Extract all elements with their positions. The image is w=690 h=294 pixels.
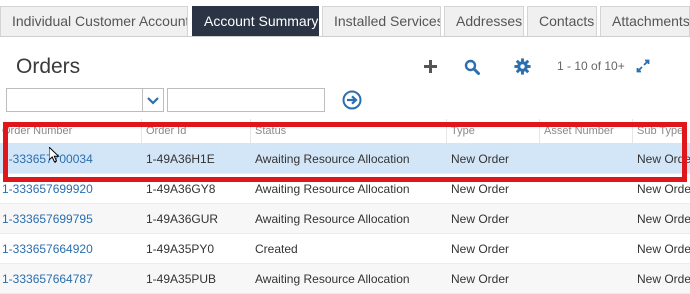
- column-header-type[interactable]: Type: [451, 125, 536, 137]
- order-id-cell: 1-49A36H1E: [146, 152, 215, 166]
- type-cell: New Order: [451, 152, 510, 166]
- sub-type-cell: New Order: [637, 272, 690, 286]
- table-row[interactable]: 1-333657664920 1-49A35PY0 Created New Or…: [0, 234, 690, 264]
- order-id-cell: 1-49A36GUR: [146, 212, 219, 226]
- tab-label: Addresses: [456, 13, 523, 29]
- search-icon[interactable]: [464, 59, 480, 75]
- tab-attachments[interactable]: Attachments: [600, 6, 690, 36]
- tab-label: Account Summary: [204, 13, 319, 29]
- sub-type-cell: New Order: [637, 242, 690, 256]
- order-id-cell: 1-49A36GY8: [146, 182, 216, 196]
- status-cell: Awaiting Resource Allocation: [255, 272, 410, 286]
- column-header-order-id[interactable]: Order Id: [146, 125, 246, 137]
- type-cell: New Order: [451, 272, 510, 286]
- tab-label: Contacts: [539, 13, 595, 29]
- type-cell: New Order: [451, 212, 510, 226]
- status-cell: Awaiting Resource Allocation: [255, 182, 410, 196]
- query-bar: [0, 85, 690, 119]
- type-cell: New Order: [451, 182, 510, 196]
- tab-label: Installed Services: [334, 13, 441, 29]
- arrow-right-circle-icon[interactable]: [342, 90, 362, 110]
- list-header: Order Number Order Id Status Type Asset …: [0, 119, 690, 144]
- order-id-cell: 1-49A35PY0: [146, 242, 215, 256]
- order-number-link[interactable]: 1-333657700034: [2, 152, 138, 166]
- column-header-sub-type[interactable]: Sub Type: [637, 125, 690, 137]
- table-row[interactable]: 1-333657664787 1-49A35PUB Awaiting Resou…: [0, 264, 690, 294]
- tab-account-summary[interactable]: Account Summary: [192, 6, 319, 36]
- gear-icon[interactable]: [514, 58, 531, 75]
- status-cell: Created: [255, 242, 298, 256]
- order-number-link[interactable]: 1-333657699795: [2, 212, 138, 226]
- sub-type-cell: New Order: [637, 152, 690, 166]
- tab-contacts[interactable]: Contacts: [527, 6, 597, 36]
- order-number-link[interactable]: 1-333657699920: [2, 182, 138, 196]
- view-tabs: Individual Customer Account Account Summ…: [0, 0, 690, 36]
- query-value-input[interactable]: [167, 88, 325, 112]
- applet-title: Orders: [16, 55, 81, 78]
- status-cell: Awaiting Resource Allocation: [255, 152, 410, 166]
- table-row[interactable]: 1-333657699920 1-49A36GY8 Awaiting Resou…: [0, 174, 690, 204]
- sub-type-cell: New Order: [637, 212, 690, 226]
- plus-icon[interactable]: [423, 53, 439, 79]
- chevron-down-icon: [147, 97, 159, 105]
- table-row[interactable]: 1-333657700034 1-49A36H1E Awaiting Resou…: [0, 144, 690, 174]
- query-field-select[interactable]: [6, 88, 164, 112]
- tab-individual-customer-account[interactable]: Individual Customer Account: [0, 6, 188, 36]
- column-divider: [446, 119, 447, 143]
- expand-icon[interactable]: [636, 59, 650, 73]
- orders-applet: Orders 1 - 10 of 10+ Order Number Order …: [0, 36, 690, 294]
- order-id-cell: 1-49A35PUB: [146, 272, 217, 286]
- table-row[interactable]: 1-333657699795 1-49A36GUR Awaiting Resou…: [0, 204, 690, 234]
- tab-addresses[interactable]: Addresses: [444, 6, 524, 36]
- column-divider: [632, 119, 633, 143]
- pagination-status: 1 - 10 of 10+: [557, 59, 625, 73]
- sub-type-cell: New Order: [637, 182, 690, 196]
- column-header-asset-number[interactable]: Asset Number: [544, 125, 629, 137]
- tab-label: Individual Customer Account: [12, 13, 188, 29]
- tab-installed-services[interactable]: Installed Services: [322, 6, 441, 36]
- status-cell: Awaiting Resource Allocation: [255, 212, 410, 226]
- column-divider: [539, 119, 540, 143]
- column-divider: [250, 119, 251, 143]
- column-divider: [141, 119, 142, 143]
- mouse-cursor-icon: [49, 147, 60, 163]
- column-header-order-number[interactable]: Order Number: [2, 125, 138, 137]
- column-header-status[interactable]: Status: [255, 125, 435, 137]
- tab-label: Attachments: [612, 13, 690, 29]
- type-cell: New Order: [451, 242, 510, 256]
- order-number-link[interactable]: 1-333657664787: [2, 272, 138, 286]
- dropdown-button[interactable]: [142, 89, 163, 111]
- order-number-link[interactable]: 1-333657664920: [2, 242, 138, 256]
